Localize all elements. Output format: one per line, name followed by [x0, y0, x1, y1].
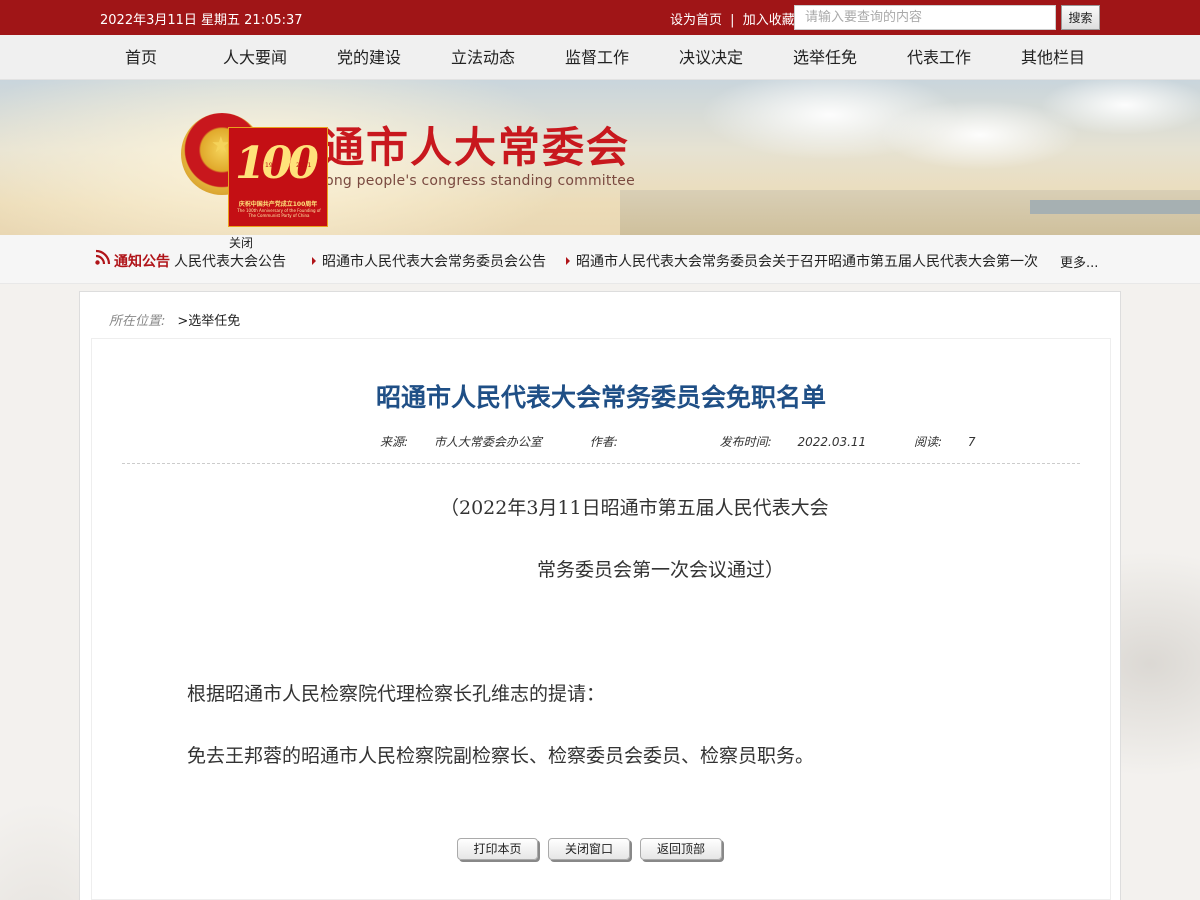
meta-reads-label: 阅读: [914, 435, 943, 449]
meta-reads-value: 7 [967, 435, 976, 449]
main-nav: 首页 人大要闻 党的建设 立法动态 监督工作 决议决定 选举任免 代表工作 其他… [0, 35, 1200, 80]
nav-item-supervision[interactable]: 监督工作 [540, 35, 654, 80]
notice-label: 通知公告 [114, 254, 170, 270]
nav-item-resolutions[interactable]: 决议决定 [654, 35, 768, 80]
bullet-arrow-icon [312, 257, 316, 265]
close-window-button[interactable]: 关闭窗口 [548, 838, 630, 860]
link-separator: | [730, 13, 735, 28]
meta-date-label: 发布时间: [719, 435, 772, 449]
top-links: 设为首页 | 加入收藏 [670, 9, 795, 28]
back-to-top-button[interactable]: 返回顶部 [640, 838, 722, 860]
notice-item-text: 昭通市人民代表大会常务委员会公告 [322, 254, 546, 270]
meta-date: 发布时间: 2022.03.11 [720, 435, 889, 449]
nav-item-home[interactable]: 首页 [84, 35, 198, 80]
breadcrumb: 所在位置: >选举任免 [109, 310, 240, 329]
meta-date-value: 2022.03.11 [797, 435, 867, 449]
banner-skyline [1030, 200, 1200, 214]
badge-close-button[interactable]: 关闭 [229, 234, 253, 251]
add-favorite-link[interactable]: 加入收藏 [743, 13, 795, 28]
meta-author: 作者: [590, 435, 662, 449]
set-homepage-link[interactable]: 设为首页 [670, 13, 722, 28]
anniversary-badge[interactable]: 100 1921 2021 庆祝中国共产党成立100周年 The 100th A… [228, 127, 328, 227]
site-subtitle: Zhaotong people's congress standing comm… [283, 173, 635, 189]
meta-author-label: 作者: [589, 435, 618, 449]
meta-reads: 阅读: 7 [914, 435, 998, 449]
nav-item-news[interactable]: 人大要闻 [198, 35, 312, 80]
article-paragraph: 常务委员会第一次会议通过） [537, 559, 785, 581]
breadcrumb-label: 所在位置: [109, 314, 166, 329]
rss-icon [95, 249, 111, 265]
article-paragraph: 免去王邦蓉的昭通市人民检察院副检察长、检察委员会委员、检察员职务。 [187, 745, 815, 767]
article-paragraph: （2022年3月11日昭通市第五届人民代表大会 [440, 497, 829, 519]
nav-item-other[interactable]: 其他栏目 [996, 35, 1110, 80]
site-title: 昭通市人大常委会 [278, 123, 631, 172]
current-datetime: 2022年3月11日 星期五 21:05:37 [100, 13, 303, 28]
meta-source-value: 市人大常委会办公室 [433, 435, 542, 449]
meta-source-label: 来源: [380, 435, 409, 449]
meta-divider [122, 463, 1080, 464]
more-notices-link[interactable]: 更多... [1060, 252, 1098, 271]
nav-item-legislation[interactable]: 立法动态 [426, 35, 540, 80]
nav-item-deputies[interactable]: 代表工作 [882, 35, 996, 80]
badge-caption-en: The 100th Anniversary of the Founding of… [237, 208, 321, 218]
nav-item-party-building[interactable]: 党的建设 [312, 35, 426, 80]
badge-caption-cn: 庆祝中国共产党成立100周年 [238, 201, 318, 208]
article-title: 昭通市人民代表大会常务委员会免职名单 [375, 383, 826, 412]
article-panel [91, 338, 1111, 900]
article-meta: 来源: 市人大常委会办公室 作者: 发布时间: 2022.03.11 阅读: 7 [380, 433, 1020, 450]
print-page-button[interactable]: 打印本页 [457, 838, 538, 860]
notice-item-text: 昭通市人民代表大会常务委员会关于召开昭通市第五届人民代表大会第一次 [576, 254, 1038, 270]
badge-year-end: 2021 [296, 162, 312, 169]
nav-item-elections[interactable]: 选举任免 [768, 35, 882, 80]
notice-ticker: 人民代表大会公告 昭通市人民代表大会常务委员会公告 昭通市人民代表大会常务委员会… [174, 251, 1044, 271]
notice-item[interactable]: 人民代表大会公告 [174, 251, 286, 271]
meta-source: 来源: 市人大常委会办公室 [380, 435, 564, 449]
article-paragraph: 根据昭通市人民检察院代理检察长孔维志的提请： [187, 683, 606, 705]
bullet-arrow-icon [566, 257, 570, 265]
notice-item[interactable]: 昭通市人民代表大会常务委员会公告 [312, 251, 546, 271]
search-input[interactable] [794, 5, 1056, 30]
badge-year-start: 1921 [265, 162, 281, 169]
notice-item[interactable]: 昭通市人民代表大会常务委员会关于召开昭通市第五届人民代表大会第一次 [566, 251, 1038, 271]
breadcrumb-path[interactable]: >选举任免 [177, 314, 240, 329]
search-button[interactable]: 搜索 [1061, 5, 1100, 30]
